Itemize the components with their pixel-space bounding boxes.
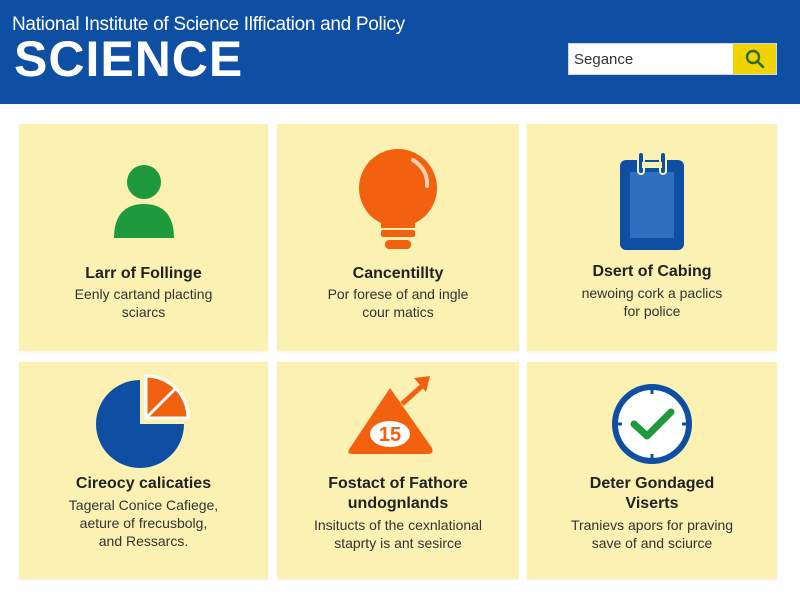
triangle-badge-number: 15: [379, 424, 401, 446]
topic-card[interactable]: Cireocy calicaties Tageral Conice Cafieg…: [19, 362, 268, 579]
card-title: Cireocy calicaties: [75, 475, 212, 492]
card-description: newoing cork a paclics for police: [581, 285, 723, 319]
pie-chart-icon: [95, 374, 190, 468]
card-title: Larr of Follinge: [85, 265, 202, 282]
card-description: Tageral Conice Cafiege, aeture of frecus…: [68, 497, 219, 549]
card-description: Insitucts of the cexnlational staprty is…: [313, 517, 483, 551]
topic-card[interactable]: Deter Gondaged Viserts Tranievs apors fo…: [527, 362, 777, 579]
person-icon: [113, 165, 174, 238]
topic-grid: Larr of Follinge Eenly cartand placting …: [0, 0, 800, 600]
card-title: Dsert of Cabing: [592, 263, 712, 280]
topic-card[interactable]: Dsert of Cabing newoing cork a paclics f…: [527, 124, 777, 351]
card-title: Fostact of Fathore undognlands: [328, 475, 468, 512]
lightbulb-icon: [359, 149, 437, 249]
triangle-arrow-icon: 15: [348, 376, 433, 454]
topic-card[interactable]: Larr of Follinge Eenly cartand placting …: [19, 124, 268, 351]
card-description: Tranievs apors for praving save of and s…: [570, 517, 734, 551]
card-description: Eenly cartand placting sciarcs: [74, 286, 213, 320]
card-title: Deter Gondaged Viserts: [589, 475, 715, 512]
clipboard-icon: [620, 151, 684, 250]
topic-card[interactable]: Cancentillty Por forese of and ingle cou…: [277, 124, 519, 351]
card-description: Por forese of and ingle cour matics: [327, 286, 469, 320]
check-circle-icon: [612, 384, 692, 464]
topic-card[interactable]: 15 Fostact of Fathore undognlands Insitu…: [277, 362, 519, 579]
card-title: Cancentillty: [352, 265, 444, 282]
